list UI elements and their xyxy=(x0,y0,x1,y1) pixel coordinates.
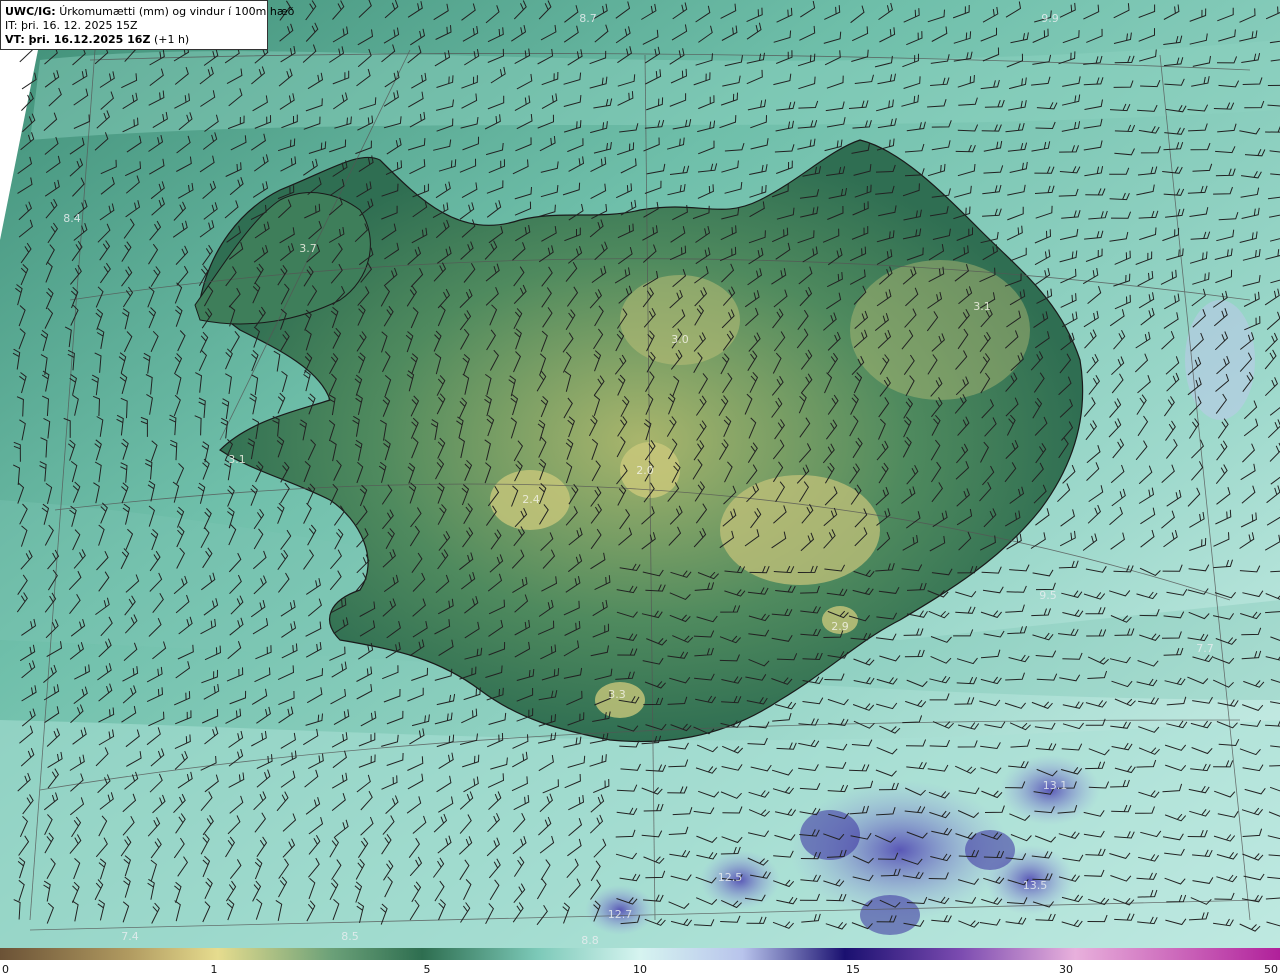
value-label: 7.4 xyxy=(121,930,139,943)
value-label: 3.0 xyxy=(671,333,689,346)
value-label: 3.7 xyxy=(299,242,317,255)
map-info-box: UWC/IG: Úrkomumætti (mm) og vindur í 100… xyxy=(0,0,294,50)
value-label: 3.3 xyxy=(608,688,626,701)
colorbar-tick: 10 xyxy=(633,963,647,976)
valid-time: VT: þri. 16.12.2025 16Z xyxy=(5,33,151,46)
value-label: 3.1 xyxy=(228,453,246,466)
title-row: UWC/IG: Úrkomumætti (mm) og vindur í 100… xyxy=(5,5,294,19)
value-label: 8.7 xyxy=(579,12,597,25)
valid-time-row: VT: þri. 16.12.2025 16Z (+1 h) xyxy=(5,33,263,47)
precipitation-wind-map: 3.7 3.0 3.1 3.1 2.4 2.0 2.9 3.3 8.4 8.7 9.9 9.5 7.7 1… xyxy=(0,0,1280,948)
issue-time: IT: þri. 16. 12. 2025 15Z xyxy=(5,19,138,32)
value-label: 2.4 xyxy=(522,493,540,506)
value-label: 13.1 xyxy=(1043,779,1068,792)
colorbar-labels: 0 1 5 10 15 30 50 xyxy=(0,961,1280,978)
colorbar-tick: 30 xyxy=(1059,963,1073,976)
colorbar-tick: 0 xyxy=(2,963,9,976)
value-label: 12.5 xyxy=(718,871,743,884)
value-label: 8.8 xyxy=(581,934,599,947)
value-label: 8.5 xyxy=(341,930,359,943)
value-label: 8.4 xyxy=(63,212,81,225)
field-description: Úrkomumætti (mm) og vindur í 100m hæð xyxy=(59,5,295,18)
colorbar-tick: 5 xyxy=(423,963,431,976)
model-label: UWC/IG: xyxy=(5,5,56,18)
value-label: 3.1 xyxy=(973,300,991,313)
valid-offset: (+1 h) xyxy=(153,33,190,46)
colorbar-tick: 15 xyxy=(846,963,860,976)
value-label: 2.9 xyxy=(831,620,849,633)
value-label: 9.9 xyxy=(1041,12,1059,25)
colorbar-tick: 50 xyxy=(1264,963,1278,976)
colorbar xyxy=(0,948,1280,960)
value-label: 2.0 xyxy=(636,464,654,477)
value-label: 9.5 xyxy=(1039,589,1057,602)
value-label: 13.5 xyxy=(1023,879,1048,892)
value-label: 7.7 xyxy=(1196,642,1214,655)
colorbar-tick: 1 xyxy=(210,963,218,976)
value-label: 12.7 xyxy=(608,908,633,921)
